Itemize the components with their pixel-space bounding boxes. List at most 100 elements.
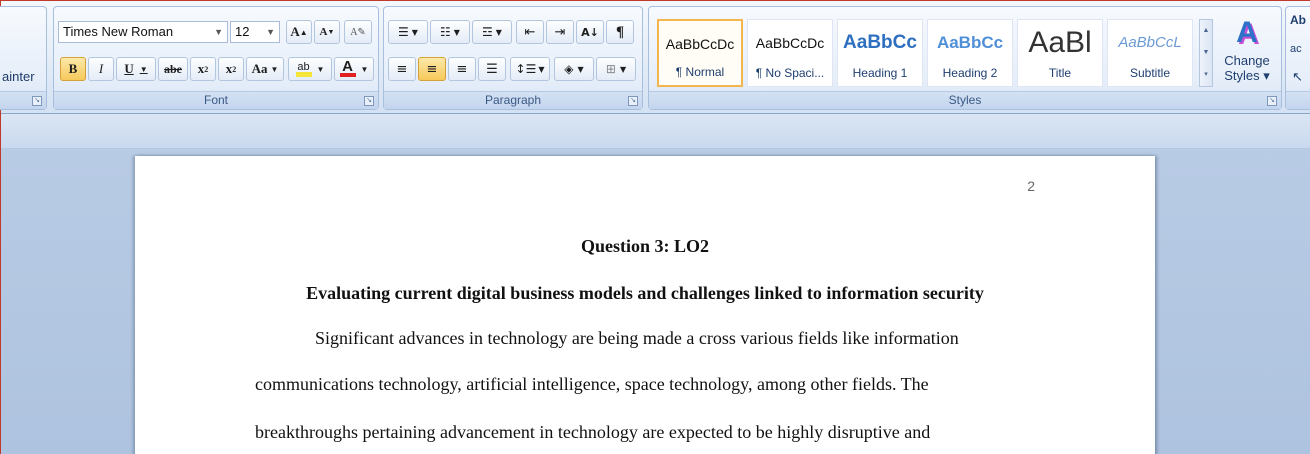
borders-icon: ⊞ (605, 62, 616, 76)
highlighter-icon: ab (295, 61, 312, 77)
underline-button[interactable]: U ▼ (116, 57, 156, 81)
format-painter-button[interactable]: ainter (2, 69, 35, 84)
style-name: Title (1048, 66, 1072, 80)
style-name: Heading 1 (852, 66, 908, 80)
style-sample: AaBbCcDc (755, 35, 825, 51)
multilevel-list-icon: ☲ (482, 25, 493, 39)
paint-bucket-icon: ◈ (564, 62, 574, 76)
clear-formatting-button[interactable]: A✎ (344, 20, 372, 44)
font-color-button[interactable]: A ▼ (334, 57, 374, 81)
multilevel-list-button[interactable]: ☲ ▼ (472, 20, 512, 44)
pilcrow-icon: ¶ (615, 23, 625, 40)
sort-button[interactable]: A↓ (576, 20, 604, 44)
grow-font-icon: A (290, 24, 300, 39)
align-center-icon: ≡ (426, 61, 438, 77)
paragraph-dialog-launcher-icon[interactable]: ↘ (628, 96, 638, 106)
show-formatting-button[interactable]: ¶ (606, 20, 634, 44)
style-no-spacing[interactable]: AaBbCcDc ¶ No Spaci... (747, 19, 833, 87)
styles-dialog-launcher-icon[interactable]: ↘ (1267, 96, 1277, 106)
chevron-down-icon: ▼ (316, 64, 325, 74)
sort-icon: A↓ (581, 25, 599, 39)
paragraph-group-label: Paragraph (384, 91, 642, 109)
decrease-indent-button[interactable]: ⇤ (516, 20, 544, 44)
decrease-indent-icon: ⇤ (524, 24, 536, 40)
shading-button[interactable]: ◈ ▼ (554, 57, 594, 81)
replace-icon[interactable]: ac (1290, 43, 1302, 55)
change-styles-label: Change (1224, 53, 1270, 68)
underline-icon: U (124, 61, 134, 76)
style-name: ¶ No Spaci... (755, 66, 825, 80)
borders-button[interactable]: ⊞ ▼ (596, 57, 636, 81)
highlight-color-button[interactable]: ab ▼ (288, 57, 332, 81)
font-name-combo[interactable]: Times New Roman ▼ (58, 21, 228, 43)
strikethrough-button[interactable]: abe (158, 57, 188, 81)
numbering-button[interactable]: ☷ ▼ (430, 20, 470, 44)
style-heading-2[interactable]: AaBbCc Heading 2 (927, 19, 1013, 87)
document-top-band (1, 114, 1310, 149)
styles-group-label: Styles (649, 91, 1281, 109)
align-right-button[interactable]: ≡ (448, 57, 476, 81)
styles-group: AaBbCcDc ¶ Normal AaBbCcDc ¶ No Spaci...… (648, 6, 1282, 110)
font-color-icon: A (339, 59, 356, 77)
shrink-font-icon: A (319, 26, 328, 38)
justify-button[interactable]: ☰ (478, 57, 506, 81)
align-center-button[interactable]: ≡ (418, 57, 446, 81)
subscript-button[interactable]: x2 (190, 57, 216, 81)
strikethrough-icon: abe (164, 61, 182, 76)
gallery-more-icon[interactable]: ▾ (1200, 64, 1212, 86)
change-case-button[interactable]: Aa ▼ (246, 57, 284, 81)
page-number: 2 (1027, 178, 1035, 194)
chevron-down-icon: ▼ (360, 64, 369, 74)
clear-formatting-icon: A✎ (350, 26, 366, 38)
document-page[interactable]: 2 Question 3: LO2 Evaluating current dig… (135, 156, 1155, 454)
bullets-button[interactable]: ☰ ▼ (388, 20, 428, 44)
font-size-value: 12 (235, 24, 250, 39)
grow-font-button[interactable]: A ▲ (286, 20, 312, 44)
align-left-button[interactable]: ≡ (388, 57, 416, 81)
chevron-down-icon: ▼ (266, 27, 275, 37)
scroll-up-icon[interactable]: ▲ (1200, 20, 1212, 42)
align-left-icon: ≡ (396, 61, 408, 77)
line-spacing-icon: ↕☰ (515, 62, 537, 76)
change-styles-icon: A (1236, 16, 1258, 49)
scroll-down-icon[interactable]: ▼ (1200, 42, 1212, 64)
increase-indent-button[interactable]: ⇥ (546, 20, 574, 44)
superscript-button[interactable]: x2 (218, 57, 244, 81)
font-dialog-launcher-icon[interactable]: ↘ (364, 96, 374, 106)
increase-indent-icon: ⇥ (554, 24, 566, 40)
style-subtitle[interactable]: AaBbCcL Subtitle (1107, 19, 1193, 87)
style-normal[interactable]: AaBbCcDc ¶ Normal (657, 19, 743, 87)
italic-button[interactable]: I (88, 57, 114, 81)
document-heading-subtitle: Evaluating current digital business mode… (306, 283, 984, 303)
select-cursor-icon[interactable]: ↖ (1292, 69, 1303, 85)
clipboard-group: ainter ↘ (0, 6, 47, 110)
paragraph-line: Significant advances in technology are b… (315, 328, 959, 348)
line-spacing-button[interactable]: ↕☰ ▼ (510, 57, 550, 81)
bold-button[interactable]: B (60, 57, 86, 81)
font-size-combo[interactable]: 12 ▼ (230, 21, 280, 43)
italic-icon: I (98, 61, 104, 76)
style-name: ¶ Normal (675, 65, 725, 79)
bold-icon: B (68, 61, 78, 76)
style-gallery-scrollbar[interactable]: ▲ ▼ ▾ (1199, 19, 1213, 87)
ribbon: ainter ↘ Times New Roman ▼ 12 ▼ A ▲ A ▼ A✎… (0, 1, 1310, 114)
clipboard-dialog-launcher-icon[interactable]: ↘ (32, 96, 42, 106)
shrink-font-button[interactable]: A ▼ (314, 20, 340, 44)
bullet-list-icon: ☰ (398, 25, 409, 39)
editing-group: Ab ac ↖ (1285, 6, 1310, 110)
editing-group-label (1286, 91, 1310, 109)
font-group-label: Font (54, 91, 378, 109)
style-sample: AaBbCc (936, 33, 1004, 52)
paragraph-line: communications technology, artificial in… (255, 374, 929, 394)
font-name-value: Times New Roman (63, 24, 174, 39)
find-icon[interactable]: Ab (1290, 13, 1306, 27)
style-sample: AaBbCcDc (665, 36, 735, 52)
document-heading-question: Question 3: LO2 (580, 236, 709, 256)
font-group: Times New Roman ▼ 12 ▼ A ▲ A ▼ A✎ B I U ▼ a… (53, 6, 379, 110)
style-heading-1[interactable]: AaBbCc Heading 1 (837, 19, 923, 87)
change-styles-button[interactable]: A Change Styles ▾ (1217, 13, 1277, 91)
style-sample: AaBl (1028, 28, 1092, 58)
paragraph-group: ☰ ▼ ☷ ▼ ☲ ▼ ⇤ ⇥ A↓ ¶ ≡ ≡ ≡ ☰ ↕☰ ▼ ◈ ▼ ⊞ … (383, 6, 643, 110)
style-sample: AaBbCc (843, 32, 917, 53)
style-title[interactable]: AaBl Title (1017, 19, 1103, 87)
